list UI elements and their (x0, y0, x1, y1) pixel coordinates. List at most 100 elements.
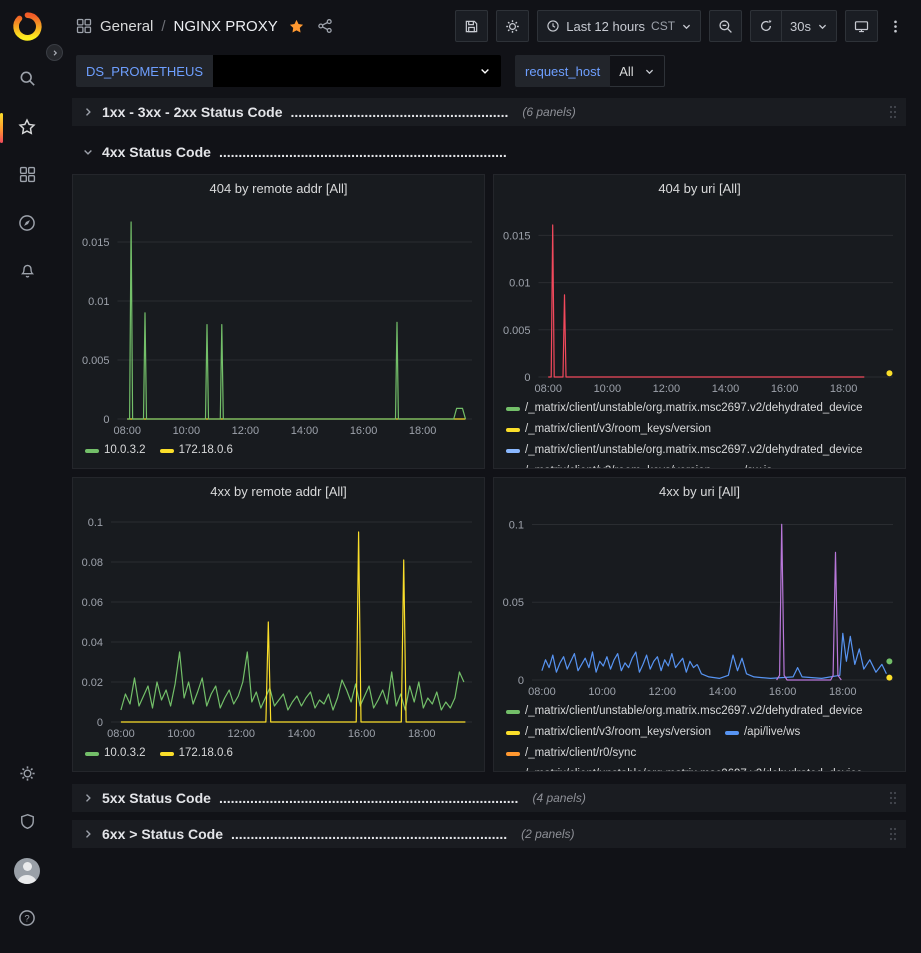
svg-text:0: 0 (103, 414, 109, 426)
sidebar-item-server-admin[interactable] (7, 803, 47, 843)
legend-item[interactable]: 172.18.0.6 (160, 744, 233, 763)
legend-item[interactable]: /_matrix/client/v3/room_keys/version (506, 462, 711, 468)
row-1xx-3xx-2xx[interactable]: 1xx - 3xx - 2xx Status Code ............… (72, 98, 906, 126)
chevron-right-icon (51, 49, 59, 57)
row-6xx[interactable]: 6xx > Status Code ......................… (72, 820, 906, 848)
refresh-interval-dropdown[interactable]: 30s (782, 10, 837, 42)
search-icon (19, 70, 36, 90)
row-leader-dots: ........................................… (219, 790, 519, 806)
grafana-logo[interactable] (9, 8, 45, 44)
svg-text:08:00: 08:00 (528, 686, 556, 698)
legend-series-label: 10.0.3.2 (104, 744, 146, 763)
legend-item[interactable]: 10.0.3.2 (85, 441, 146, 460)
save-dashboard-button[interactable] (455, 10, 488, 42)
legend-item[interactable]: /_matrix/client/unstable/org.matrix.msc2… (506, 399, 863, 418)
panel-title[interactable]: 404 by uri [All] (494, 175, 905, 201)
dashboards-grid-icon (19, 166, 36, 186)
gear-icon (505, 19, 520, 34)
svg-text:10:00: 10:00 (167, 728, 195, 740)
legend-item[interactable]: /_matrix/client/unstable/org.matrix.msc2… (506, 441, 863, 460)
save-icon (464, 19, 479, 34)
svg-text:0.1: 0.1 (88, 517, 103, 529)
panel-title[interactable]: 4xx by remote addr [All] (73, 478, 484, 504)
legend-item[interactable]: /_matrix/client/r0/sync (506, 744, 636, 763)
dashboard-settings-button[interactable] (496, 10, 529, 42)
row-drag-handle[interactable] (888, 790, 898, 806)
navbar: General / NGINX PROXY L (54, 0, 921, 52)
main-area: General / NGINX PROXY L (54, 0, 921, 953)
svg-text:0.01: 0.01 (88, 296, 109, 308)
sidebar-item-alerting[interactable] (7, 252, 47, 292)
kebab-menu-button[interactable] (886, 19, 905, 34)
dashboard-title: NGINX PROXY (174, 18, 278, 35)
panel-title[interactable]: 4xx by uri [All] (494, 478, 905, 504)
svg-text:0.01: 0.01 (509, 278, 530, 290)
chevron-down-icon (681, 21, 692, 32)
time-range-picker[interactable]: Last 12 hours CST (537, 10, 701, 42)
legend-item[interactable]: 172.18.0.6 (160, 441, 233, 460)
variable-request-host: request_host All (515, 55, 665, 87)
breadcrumb-separator: / (161, 18, 165, 35)
help-icon: ? (18, 909, 36, 930)
chart-legend: /_matrix/client/unstable/org.matrix.msc2… (494, 397, 905, 468)
row-5xx[interactable]: 5xx Status Code ........................… (72, 784, 906, 812)
svg-text:12:00: 12:00 (648, 686, 676, 698)
chevron-down-icon (479, 65, 491, 77)
chevron-down-icon (644, 66, 655, 77)
legend-item[interactable]: /_matrix/client/v3/room_keys/version (506, 420, 711, 439)
sidebar-item-help[interactable]: ? (7, 899, 47, 939)
svg-text:08:00: 08:00 (107, 728, 135, 740)
legend-series-label: /_matrix/client/unstable/org.matrix.msc2… (525, 765, 863, 771)
legend-item[interactable]: /_matrix/client/unstable/org.matrix.msc2… (506, 765, 863, 771)
sidebar-item-dashboards[interactable] (7, 156, 47, 196)
row-panel-count: (2 panels) (521, 827, 574, 841)
svg-text:16:00: 16:00 (350, 425, 378, 437)
favorite-star-button[interactable] (286, 16, 307, 37)
breadcrumb-general[interactable]: General (100, 18, 153, 35)
kebab-icon (888, 19, 903, 34)
sidebar-item-explore[interactable] (7, 204, 47, 244)
chart-legend: 10.0.3.2 172.18.0.6 (73, 742, 484, 763)
svg-text:16:00: 16:00 (348, 728, 376, 740)
svg-text:0.015: 0.015 (82, 237, 110, 249)
sidebar: ? (0, 0, 54, 953)
variable-label-datasource: DS_PROMETHEUS (76, 55, 213, 87)
refresh-button[interactable] (750, 10, 782, 42)
compass-icon (18, 214, 36, 235)
row-panel-count: (4 panels) (532, 791, 585, 805)
tv-mode-button[interactable] (845, 10, 878, 42)
grafana-logo-icon (11, 10, 44, 43)
sidebar-expand-toggle[interactable] (46, 44, 63, 61)
row-drag-handle[interactable] (888, 104, 898, 120)
legend-item[interactable]: /_matrix/client/v3/room_keys/version (506, 723, 711, 742)
timeseries-chart: 00.050.108:0010:0012:0014:0016:0018:00 (494, 504, 905, 700)
avatar (14, 858, 40, 884)
legend-item[interactable]: 10.0.3.2 (85, 744, 146, 763)
row-4xx[interactable]: 4xx Status Code ........................… (72, 138, 906, 166)
row-drag-handle[interactable] (888, 826, 898, 842)
panel-title[interactable]: 404 by remote addr [All] (73, 175, 484, 201)
svg-text:08:00: 08:00 (113, 425, 141, 437)
sidebar-item-configuration[interactable] (7, 755, 47, 795)
legend-item[interactable]: /api/live/ws (725, 723, 800, 742)
row-title: 1xx - 3xx - 2xx Status Code (102, 104, 283, 120)
sidebar-item-profile[interactable] (7, 851, 47, 891)
datasource-select[interactable] (213, 55, 501, 87)
svg-text:0.02: 0.02 (82, 677, 103, 689)
variable-datasource: DS_PROMETHEUS (76, 55, 501, 87)
legend-item[interactable]: /_matrix/client/unstable/org.matrix.msc2… (506, 702, 863, 721)
legend-series-label: /_matrix/client/v3/room_keys/version (525, 462, 711, 468)
sidebar-item-search[interactable] (7, 60, 47, 100)
zoom-out-icon (718, 19, 733, 34)
request-host-select[interactable]: All (610, 55, 664, 87)
row-leader-dots: ........................................… (231, 826, 507, 842)
legend-item[interactable]: /sw.js (725, 462, 772, 468)
share-button[interactable] (315, 16, 335, 36)
legend-series-label: /_matrix/client/v3/room_keys/version (525, 723, 711, 742)
sidebar-item-starred[interactable] (7, 108, 47, 148)
gear-icon (19, 765, 36, 785)
zoom-out-button[interactable] (709, 10, 742, 42)
legend-series-marker (506, 731, 520, 735)
row-title: 4xx Status Code (102, 144, 211, 160)
timeseries-chart: 00.0050.010.01508:0010:0012:0014:0016:00… (494, 201, 905, 397)
